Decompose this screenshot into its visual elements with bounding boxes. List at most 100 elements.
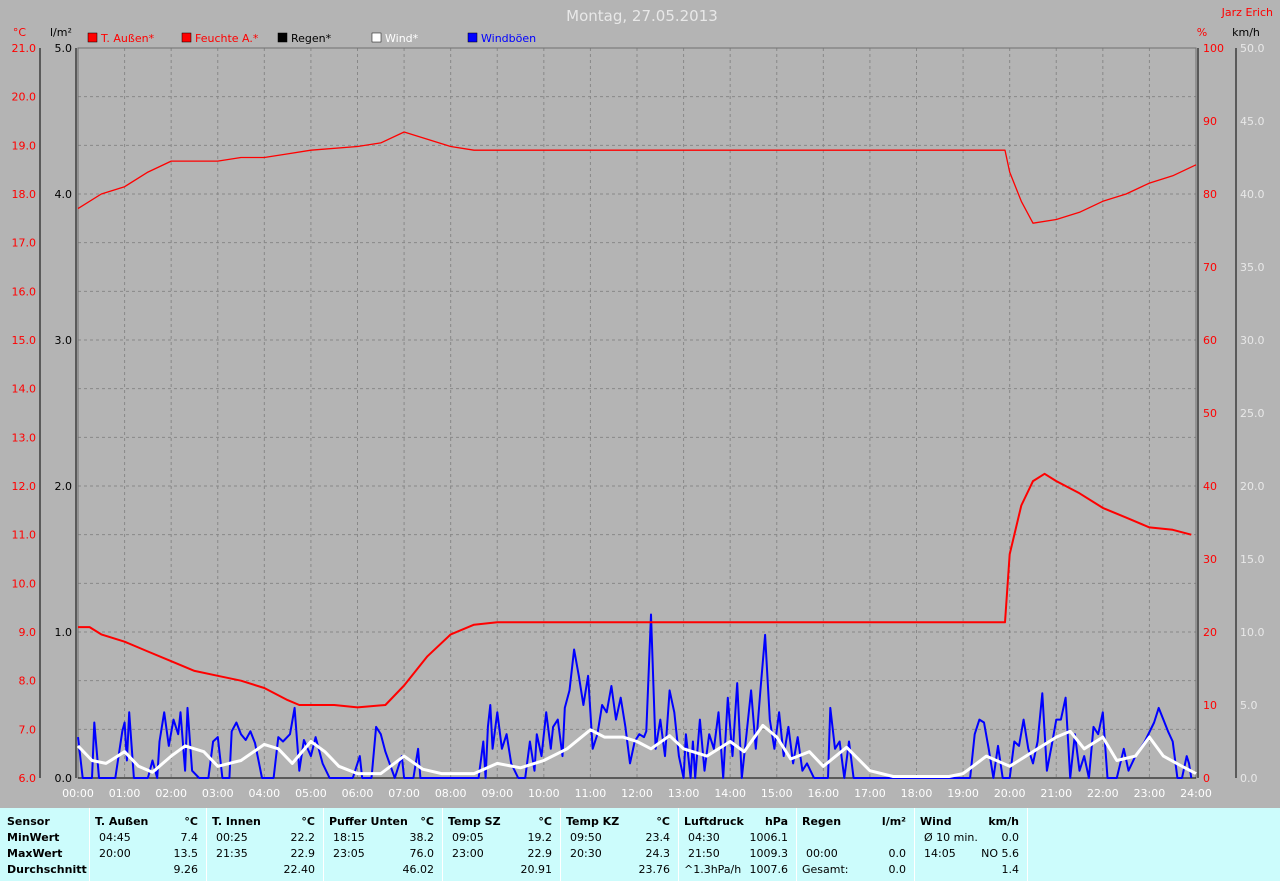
wind-tick-label: 45.0 (1240, 115, 1265, 128)
time-tick-label: 22:00 (1087, 787, 1119, 800)
temp-tick-label: 15.0 (12, 334, 37, 347)
author-label: Jarz Erich (1221, 6, 1273, 19)
avg-value: 0.0 (888, 863, 907, 876)
max-value: 24.3 (645, 847, 671, 860)
avg-label: Gesamt: (802, 863, 849, 876)
min-value: 0.0 (1001, 831, 1020, 844)
max-value: 22.9 (290, 847, 316, 860)
time-tick-label: 11:00 (575, 787, 607, 800)
wind-tick-label: 30.0 (1240, 334, 1265, 347)
max-time: 21:50 (688, 847, 720, 860)
sensor-unit: °C (301, 815, 315, 828)
row-label-avg: Durchschnitt (7, 863, 87, 876)
min-time: 09:05 (452, 831, 484, 844)
min-value: 1006.1 (749, 831, 789, 844)
min-time: 18:15 (333, 831, 365, 844)
hum-tick-label: 90 (1203, 115, 1217, 128)
wind-tick-label: 35.0 (1240, 261, 1265, 274)
wind-tick-label: 40.0 (1240, 188, 1265, 201)
sensor-name: Temp SZ (448, 815, 501, 828)
stats-panel: Sensor MinWert MaxWert Durchschnitt T. A… (0, 808, 1280, 881)
wind-tick-label: 10.0 (1240, 626, 1265, 639)
temp-tick-label: 14.0 (12, 383, 37, 396)
temp-tick-label: 9.0 (19, 626, 37, 639)
max-time: 14:05 (924, 847, 956, 860)
time-tick-label: 01:00 (109, 787, 141, 800)
legend-swatch (371, 32, 382, 43)
time-tick-label: 08:00 (435, 787, 467, 800)
wind-tick-label: 50.0 (1240, 42, 1265, 55)
time-tick-label: 23:00 (1134, 787, 1166, 800)
time-tick-label: 24:00 (1180, 787, 1212, 800)
time-tick-label: 05:00 (295, 787, 327, 800)
legend-label: Windböen (481, 32, 536, 45)
hum-tick-label: 100 (1203, 42, 1224, 55)
sensor-unit: km/h (988, 815, 1019, 828)
legend-label: T. Außen* (100, 32, 155, 45)
max-value: 22.9 (527, 847, 553, 860)
time-tick-label: 13:00 (668, 787, 700, 800)
time-tick-label: 20:00 (994, 787, 1026, 800)
temp-tick-label: 10.0 (12, 577, 37, 590)
temp-tick-label: 11.0 (12, 529, 37, 542)
sensor-name: T. Außen (95, 815, 149, 828)
min-value: 38.2 (409, 831, 435, 844)
time-tick-label: 16:00 (807, 787, 839, 800)
row-label-max: MaxWert (7, 847, 63, 860)
rain-tick-label: 5.0 (55, 42, 73, 55)
min-time: Ø 10 min. (924, 831, 978, 844)
legend-label: Wind* (385, 32, 419, 45)
series-line-wind (77, 613, 1193, 779)
avg-value: 22.40 (283, 863, 316, 876)
min-value: 23.4 (645, 831, 671, 844)
time-tick-label: 14:00 (714, 787, 746, 800)
temp-tick-label: 13.0 (12, 431, 37, 444)
time-tick-label: 03:00 (202, 787, 234, 800)
time-tick-label: 15:00 (761, 787, 793, 800)
max-time: 20:30 (570, 847, 602, 860)
sensor-unit: °C (538, 815, 552, 828)
stats-column: Luftdruck hPa 04:30 1006.1 21:50 1009.3 ^1.3hP… (678, 808, 797, 881)
hum-tick-label: 50 (1203, 407, 1217, 420)
stats-column: Puffer Unten °C 18:15 38.2 23:05 76.0 46.02 (323, 808, 443, 881)
hum-tick-label: 60 (1203, 334, 1217, 347)
time-tick-label: 10:00 (528, 787, 560, 800)
max-time: 23:00 (452, 847, 484, 860)
hum-tick-label: 20 (1203, 626, 1217, 639)
sensor-name: Temp KZ (566, 815, 620, 828)
legend-swatch (467, 32, 478, 43)
min-time: 04:30 (688, 831, 720, 844)
rain-tick-label: 4.0 (55, 188, 73, 201)
temp-tick-label: 19.0 (12, 139, 37, 152)
sensor-unit: °C (184, 815, 198, 828)
time-tick-label: 00:00 (62, 787, 94, 800)
rain-tick-label: 0.0 (55, 772, 73, 785)
hum-tick-label: 40 (1203, 480, 1217, 493)
time-tick-label: 12:00 (621, 787, 653, 800)
series-line-temp (78, 472, 1192, 709)
sensor-name: Puffer Unten (329, 815, 408, 828)
time-tick-label: 18:00 (901, 787, 933, 800)
max-time: 20:00 (99, 847, 131, 860)
wind-tick-label: 25.0 (1240, 407, 1265, 420)
sensor-name: Luftdruck (684, 815, 744, 828)
wind-unit-label: km/h (1232, 26, 1260, 39)
time-tick-label: 21:00 (1040, 787, 1072, 800)
stats-column: Regen l/m² 00:00 0.0 Gesamt: 0.0 (796, 808, 915, 881)
max-value: NO 5.6 (981, 847, 1019, 860)
chart-axes: 21.0 20.0 19.0 18.0 17.0 16.0 15.0 14.0 13.0 12.0… (12, 42, 1265, 800)
min-value: 7.4 (180, 831, 199, 844)
rain-tick-label: 3.0 (55, 334, 73, 347)
weather-chart: Montag, 27.05.2013 Jarz Erich T. Außen* F… (12, 6, 1274, 800)
avg-value: 23.76 (638, 863, 671, 876)
sensor-unit: °C (656, 815, 670, 828)
temp-unit-label: °C (13, 26, 27, 39)
sensor-name: Regen (802, 815, 842, 828)
time-tick-label: 07:00 (388, 787, 420, 800)
stats-column: T. Innen °C 00:25 22.2 21:35 22.9 22.40 (206, 808, 324, 881)
avg-value: 1007.6 (749, 863, 789, 876)
avg-label: ^1.3hPa/h (684, 863, 742, 876)
time-tick-label: 06:00 (342, 787, 374, 800)
time-tick-label: 09:00 (481, 787, 513, 800)
time-tick-label: 02:00 (155, 787, 187, 800)
